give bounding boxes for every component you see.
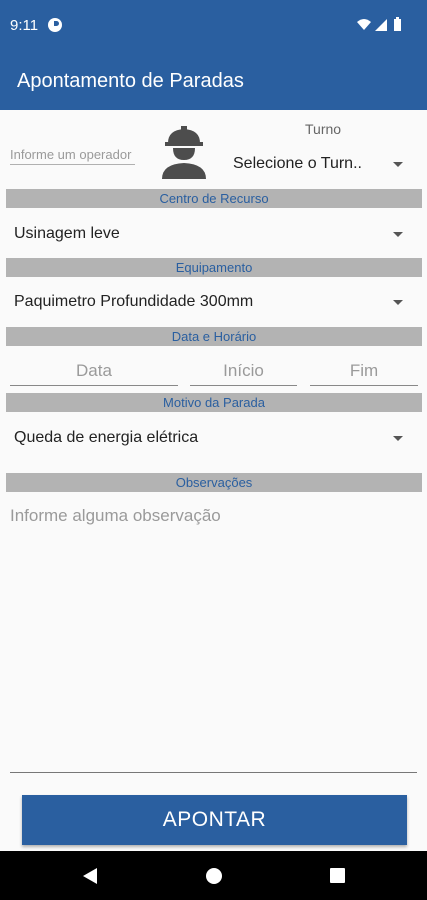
motivo-selected: Queda de energia elétrica (14, 429, 199, 446)
navigation-bar (0, 851, 427, 900)
equipamento-selected: Paquimetro Profundidade 300mm (14, 293, 254, 310)
signal-icon (375, 19, 387, 31)
wifi-icon (357, 19, 371, 30)
section-header-observacoes: Observações (6, 473, 422, 492)
fim-input[interactable] (310, 357, 418, 386)
system-icons (357, 17, 417, 38)
recents-icon[interactable] (329, 867, 346, 884)
status-time: 9:11 (10, 17, 39, 34)
status-bar: 9:11 (0, 0, 427, 52)
chevron-down-icon (393, 435, 403, 441)
turno-dropdown[interactable]: Selecione o Turn.. (233, 152, 403, 176)
chevron-down-icon (393, 161, 403, 167)
observacoes-input[interactable] (10, 500, 417, 773)
app-bar: Apontamento de Paradas (0, 52, 427, 110)
inicio-input[interactable] (190, 357, 297, 386)
section-header-data-horario: Data e Horário (6, 327, 422, 346)
back-icon[interactable] (81, 866, 99, 886)
home-icon[interactable] (205, 867, 223, 885)
operator-input[interactable] (10, 144, 135, 165)
status-app-icon (48, 18, 62, 32)
worker-helmet-icon (162, 126, 206, 179)
motivo-dropdown[interactable]: Queda de energia elétrica (14, 426, 403, 450)
apontar-button[interactable]: APONTAR (22, 795, 407, 845)
section-header-equipamento: Equipamento (6, 258, 422, 277)
data-input[interactable] (10, 357, 178, 386)
turno-selected: Selecione o Turn.. (233, 155, 362, 172)
page-title: Apontamento de Paradas (17, 70, 244, 92)
turno-label: Turno (305, 121, 342, 137)
centro-recurso-dropdown[interactable]: Usinagem leve (14, 222, 403, 246)
centro-recurso-selected: Usinagem leve (14, 225, 120, 242)
section-header-motivo: Motivo da Parada (6, 393, 422, 412)
section-header-centro-recurso: Centro de Recurso (6, 189, 422, 208)
chevron-down-icon (393, 299, 403, 305)
equipamento-dropdown[interactable]: Paquimetro Profundidade 300mm (14, 290, 403, 314)
chevron-down-icon (393, 231, 403, 237)
battery-icon (394, 17, 401, 31)
